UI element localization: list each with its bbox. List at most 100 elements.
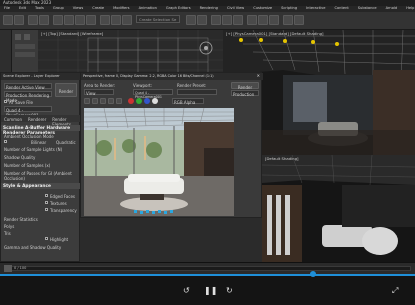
viewport-dropdown[interactable]: Quad 4 - PhysCamera001 [133,89,173,99]
highlight-label: Highlight [50,237,69,242]
fullscreen-icon[interactable]: ⤢ [392,286,398,296]
render-frame-icon[interactable] [258,15,268,25]
object-type-row[interactable] [15,44,35,49]
viewport-label: Viewport: [133,83,153,88]
render-button[interactable]: Render [231,82,259,90]
copy-icon[interactable] [92,98,98,104]
create-icon[interactable] [15,34,21,40]
area-dropdown[interactable]: View [84,89,114,96]
render-scene [84,108,234,216]
clone-icon[interactable] [100,98,106,104]
align-icon[interactable] [197,15,207,25]
setting-label: Number of Passes for GI (Ambient Occlusi… [4,171,72,181]
snap-icon[interactable] [100,15,110,25]
viewport-label[interactable]: [+] [Top] [Standard] [Wireframe] [41,32,103,36]
skip-back-icon[interactable]: ↺ [183,286,190,295]
section-header[interactable]: Scanline A-Buffer Hardware Renderer Para… [1,125,81,136]
alpha-channel-icon[interactable] [152,98,158,104]
viewport-label[interactable]: [Default Shading] [265,157,298,161]
stat-label: Tris [4,231,11,236]
panel-tab[interactable]: Render Elements [52,115,81,127]
rendered-image [84,108,234,216]
footer-label: Gamma and Shadow Quality [4,245,62,250]
section-header[interactable]: Style & Appearance [1,183,81,189]
scale-icon[interactable] [86,15,96,25]
setting-label: Shadow Quality [4,155,36,160]
production-dropdown[interactable]: Production [231,90,259,97]
close-icon[interactable]: ✕ [257,74,260,78]
setting-label: Number of Sample Lights (N) [4,147,63,152]
panel-titlebar: Scene Explorer - Layer Explorer [1,73,81,80]
pause-icon[interactable]: ❚❚ [204,286,217,295]
preset-dropdown[interactable] [177,89,217,95]
save-icon[interactable] [84,98,90,104]
percent-snap-icon[interactable] [122,15,132,25]
undo-icon[interactable] [3,15,13,25]
transparency-checkbox[interactable] [45,208,48,211]
highlight-checkbox[interactable] [45,237,48,240]
render-setup-panel: Scene Explorer - Layer Explorer Render A… [0,72,81,262]
skip-forward-icon[interactable]: ↻ [226,286,233,295]
timeline[interactable]: 0 / 100 [0,262,415,274]
render-target-dropdown[interactable]: Render Active View [4,83,52,90]
modify-icon[interactable] [24,34,30,40]
frame-toolbar: RGB Alpha [84,98,260,105]
arnold-icon[interactable] [283,15,293,25]
setting-label: Number of Samples (x) [4,163,51,168]
render-teapot-icon[interactable] [269,15,279,25]
channel-dropdown[interactable]: RGB Alpha [172,98,204,105]
move-icon[interactable] [64,15,74,25]
blue-channel-icon[interactable] [144,98,150,104]
command-panel [12,30,38,74]
textures-label: Textures [50,201,67,206]
material-editor-icon[interactable] [233,15,243,25]
textures-checkbox[interactable] [45,201,48,204]
save-file-label: AT Save File [9,100,33,105]
area-label: Area to Render: [84,83,116,88]
layer-icon[interactable] [211,15,221,25]
panel-tabs: Common Renderer Render Elements [1,115,81,127]
setting-label: Ambient Occlusion Mode [4,134,54,139]
stat-label: Polys [4,224,15,229]
green-channel-icon[interactable] [136,98,142,104]
edged-faces-checkbox[interactable] [45,194,48,197]
render-button[interactable]: Render [55,83,77,97]
print-icon[interactable] [108,98,114,104]
time-slider-thumb[interactable] [4,265,12,272]
viewport-bottom-right[interactable]: [Default Shading] [262,155,415,262]
mirror-icon[interactable] [186,15,196,25]
time-slider-track[interactable] [4,266,411,271]
substance-icon[interactable] [294,15,304,25]
curve-editor-icon[interactable] [222,15,232,25]
clear-icon[interactable] [116,98,122,104]
save-file-checkbox[interactable] [4,100,7,103]
rotate-icon[interactable] [75,15,85,25]
render-setup-icon[interactable] [247,15,257,25]
panel-title: Scene Explorer - Layer Explorer [3,73,60,78]
camera-dropdown[interactable]: Quad 4 - PhysCamera001 [4,106,52,118]
mode-b-label: Quadratic [56,140,76,145]
selection-set-dropdown[interactable]: Create Selection Se [136,15,180,23]
name-color-row[interactable] [15,52,35,57]
mode-a-radio[interactable] [4,140,7,143]
shaded-scene [262,155,415,262]
link-icon[interactable] [28,15,38,25]
section-title: Style & Appearance [3,184,51,189]
red-channel-icon[interactable] [128,98,134,104]
playback-bar: ↺ ❚❚ ↻ ⤢ [0,271,415,305]
stats-header: Render Statistics [4,217,38,222]
progress-line [0,274,415,276]
frame-counter: 0 / 100 [14,265,27,270]
panel-tab[interactable]: Renderer [28,115,46,122]
preset-label: Render Preset: [177,83,207,88]
unlink-icon[interactable] [39,15,49,25]
redo-icon[interactable] [14,15,24,25]
select-icon[interactable] [53,15,63,25]
angle-snap-icon[interactable] [111,15,121,25]
edged-faces-label: Edged Faces [50,194,76,199]
panel-tab[interactable]: Common [4,115,22,122]
viewport-label[interactable]: [+] [PhysCamera001] [Standard] [Default … [226,32,324,36]
progress-thumb[interactable] [310,271,316,277]
render-mode-dropdown[interactable]: Production Rendering Mode [4,91,52,103]
transparency-label: Transparency [50,208,77,213]
